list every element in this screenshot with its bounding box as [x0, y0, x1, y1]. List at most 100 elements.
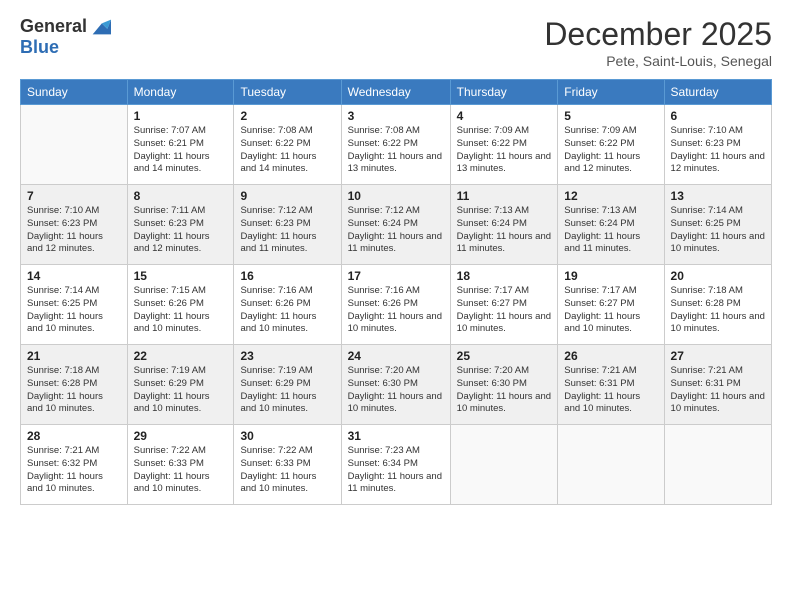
- day-info: Sunrise: 7:13 AM Sunset: 6:24 PM Dayligh…: [564, 205, 657, 256]
- day-info: Sunrise: 7:21 AM Sunset: 6:32 PM Dayligh…: [27, 445, 121, 496]
- day-number: 16: [240, 269, 334, 283]
- calendar-cell: 20Sunrise: 7:18 AM Sunset: 6:28 PM Dayli…: [664, 265, 771, 345]
- day-number: 11: [457, 189, 552, 203]
- day-number: 28: [27, 429, 121, 443]
- day-info: Sunrise: 7:14 AM Sunset: 6:25 PM Dayligh…: [27, 285, 121, 336]
- weekday-header-tuesday: Tuesday: [234, 80, 341, 105]
- weekday-header-thursday: Thursday: [450, 80, 558, 105]
- title-block: December 2025 Pete, Saint-Louis, Senegal: [544, 16, 772, 69]
- day-number: 12: [564, 189, 657, 203]
- day-number: 6: [671, 109, 765, 123]
- day-number: 31: [348, 429, 444, 443]
- calendar-cell: 5Sunrise: 7:09 AM Sunset: 6:22 PM Daylig…: [558, 105, 664, 185]
- calendar-cell: 4 Sunrise: 7:09 AM Sunset: 6:22 PM Daylig…: [450, 105, 558, 185]
- day-number: 20: [671, 269, 765, 283]
- calendar-cell: [21, 105, 128, 185]
- weekday-header-monday: Monday: [127, 80, 234, 105]
- day-info: Sunrise: 7:18 AM Sunset: 6:28 PM Dayligh…: [27, 365, 121, 416]
- day-info: Sunrise: 7:15 AM Sunset: 6:26 PM Dayligh…: [134, 285, 228, 336]
- calendar-cell: 13Sunrise: 7:14 AM Sunset: 6:25 PM Dayli…: [664, 185, 771, 265]
- calendar-cell: 24Sunrise: 7:20 AM Sunset: 6:30 PM Dayli…: [341, 345, 450, 425]
- day-number: 13: [671, 189, 765, 203]
- day-number: 18: [457, 269, 552, 283]
- calendar-header-row: SundayMondayTuesdayWednesdayThursdayFrid…: [21, 80, 772, 105]
- day-number: 21: [27, 349, 121, 363]
- day-info: Sunrise: 7:08 AM Sunset: 6:22 PM Dayligh…: [240, 125, 334, 176]
- day-info: Sunrise: 7:08 AM Sunset: 6:22 PM Dayligh…: [348, 125, 444, 176]
- day-number: 26: [564, 349, 657, 363]
- day-info: Sunrise: 7:16 AM Sunset: 6:26 PM Dayligh…: [348, 285, 444, 336]
- day-info: Sunrise: 7:10 AM Sunset: 6:23 PM Dayligh…: [27, 205, 121, 256]
- calendar-week-row: 28 Sunrise: 7:21 AM Sunset: 6:32 PM Dayli…: [21, 425, 772, 505]
- calendar-table: SundayMondayTuesdayWednesdayThursdayFrid…: [20, 79, 772, 505]
- day-info: Sunrise: 7:12 AM Sunset: 6:24 PM Dayligh…: [348, 205, 444, 256]
- day-number: 30: [240, 429, 334, 443]
- day-info: Sunrise: 7:20 AM Sunset: 6:30 PM Dayligh…: [457, 365, 552, 416]
- day-info: Sunrise: 7:19 AM Sunset: 6:29 PM Dayligh…: [134, 365, 228, 416]
- calendar-cell: 2 Sunrise: 7:08 AM Sunset: 6:22 PM Daylig…: [234, 105, 341, 185]
- day-number: 8: [134, 189, 228, 203]
- day-info: Sunrise: 7:17 AM Sunset: 6:27 PM Dayligh…: [457, 285, 552, 336]
- day-number: 3: [348, 109, 444, 123]
- day-number: 7: [27, 189, 121, 203]
- weekday-header-sunday: Sunday: [21, 80, 128, 105]
- calendar-cell: 30 Sunrise: 7:22 AM Sunset: 6:33 PM Dayli…: [234, 425, 341, 505]
- day-number: 17: [348, 269, 444, 283]
- calendar-cell: 10Sunrise: 7:12 AM Sunset: 6:24 PM Dayli…: [341, 185, 450, 265]
- calendar-cell: 28 Sunrise: 7:21 AM Sunset: 6:32 PM Dayli…: [21, 425, 128, 505]
- day-info: Sunrise: 7:10 AM Sunset: 6:23 PM Dayligh…: [671, 125, 765, 176]
- page-container: General Blue December 2025 Pete, Saint-L…: [0, 0, 792, 515]
- day-number: 5: [564, 109, 657, 123]
- month-title: December 2025: [544, 16, 772, 53]
- calendar-cell: [450, 425, 558, 505]
- location-text: Pete, Saint-Louis, Senegal: [544, 53, 772, 69]
- calendar-cell: 22Sunrise: 7:19 AM Sunset: 6:29 PM Dayli…: [127, 345, 234, 425]
- day-info: Sunrise: 7:11 AM Sunset: 6:23 PM Dayligh…: [134, 205, 228, 256]
- calendar-week-row: 1 Sunrise: 7:07 AM Sunset: 6:21 PM Daylig…: [21, 105, 772, 185]
- calendar-cell: [664, 425, 771, 505]
- day-number: 4: [457, 109, 552, 123]
- day-number: 29: [134, 429, 228, 443]
- day-number: 1: [134, 109, 228, 123]
- calendar-cell: 1 Sunrise: 7:07 AM Sunset: 6:21 PM Daylig…: [127, 105, 234, 185]
- calendar-cell: 25 Sunrise: 7:20 AM Sunset: 6:30 PM Dayli…: [450, 345, 558, 425]
- calendar-cell: 23Sunrise: 7:19 AM Sunset: 6:29 PM Dayli…: [234, 345, 341, 425]
- day-info: Sunrise: 7:16 AM Sunset: 6:26 PM Dayligh…: [240, 285, 334, 336]
- day-info: Sunrise: 7:22 AM Sunset: 6:33 PM Dayligh…: [240, 445, 334, 496]
- calendar-cell: 11 Sunrise: 7:13 AM Sunset: 6:24 PM Dayli…: [450, 185, 558, 265]
- logo-icon: [89, 16, 111, 38]
- calendar-cell: 12 Sunrise: 7:13 AM Sunset: 6:24 PM Dayli…: [558, 185, 664, 265]
- logo-blue-text: Blue: [20, 38, 111, 58]
- day-number: 14: [27, 269, 121, 283]
- header: General Blue December 2025 Pete, Saint-L…: [20, 16, 772, 69]
- day-number: 2: [240, 109, 334, 123]
- calendar-cell: 17 Sunrise: 7:16 AM Sunset: 6:26 PM Dayli…: [341, 265, 450, 345]
- calendar-cell: 19Sunrise: 7:17 AM Sunset: 6:27 PM Dayli…: [558, 265, 664, 345]
- day-info: Sunrise: 7:13 AM Sunset: 6:24 PM Dayligh…: [457, 205, 552, 256]
- calendar-week-row: 14 Sunrise: 7:14 AM Sunset: 6:25 PM Dayli…: [21, 265, 772, 345]
- calendar-cell: 26 Sunrise: 7:21 AM Sunset: 6:31 PM Dayli…: [558, 345, 664, 425]
- day-number: 15: [134, 269, 228, 283]
- weekday-header-saturday: Saturday: [664, 80, 771, 105]
- day-number: 19: [564, 269, 657, 283]
- calendar-cell: [558, 425, 664, 505]
- logo-general-text: General: [20, 17, 87, 37]
- day-info: Sunrise: 7:09 AM Sunset: 6:22 PM Dayligh…: [457, 125, 552, 176]
- calendar-cell: 3 Sunrise: 7:08 AM Sunset: 6:22 PM Daylig…: [341, 105, 450, 185]
- calendar-cell: 15 Sunrise: 7:15 AM Sunset: 6:26 PM Dayli…: [127, 265, 234, 345]
- calendar-cell: 9Sunrise: 7:12 AM Sunset: 6:23 PM Daylig…: [234, 185, 341, 265]
- calendar-cell: 6 Sunrise: 7:10 AM Sunset: 6:23 PM Daylig…: [664, 105, 771, 185]
- calendar-cell: 21 Sunrise: 7:18 AM Sunset: 6:28 PM Dayli…: [21, 345, 128, 425]
- calendar-cell: 7 Sunrise: 7:10 AM Sunset: 6:23 PM Daylig…: [21, 185, 128, 265]
- day-info: Sunrise: 7:19 AM Sunset: 6:29 PM Dayligh…: [240, 365, 334, 416]
- calendar-cell: 27Sunrise: 7:21 AM Sunset: 6:31 PM Dayli…: [664, 345, 771, 425]
- calendar-cell: 18 Sunrise: 7:17 AM Sunset: 6:27 PM Dayli…: [450, 265, 558, 345]
- day-number: 25: [457, 349, 552, 363]
- day-info: Sunrise: 7:07 AM Sunset: 6:21 PM Dayligh…: [134, 125, 228, 176]
- weekday-header-friday: Friday: [558, 80, 664, 105]
- calendar-cell: 14 Sunrise: 7:14 AM Sunset: 6:25 PM Dayli…: [21, 265, 128, 345]
- day-info: Sunrise: 7:21 AM Sunset: 6:31 PM Dayligh…: [671, 365, 765, 416]
- day-info: Sunrise: 7:20 AM Sunset: 6:30 PM Dayligh…: [348, 365, 444, 416]
- weekday-header-wednesday: Wednesday: [341, 80, 450, 105]
- day-info: Sunrise: 7:21 AM Sunset: 6:31 PM Dayligh…: [564, 365, 657, 416]
